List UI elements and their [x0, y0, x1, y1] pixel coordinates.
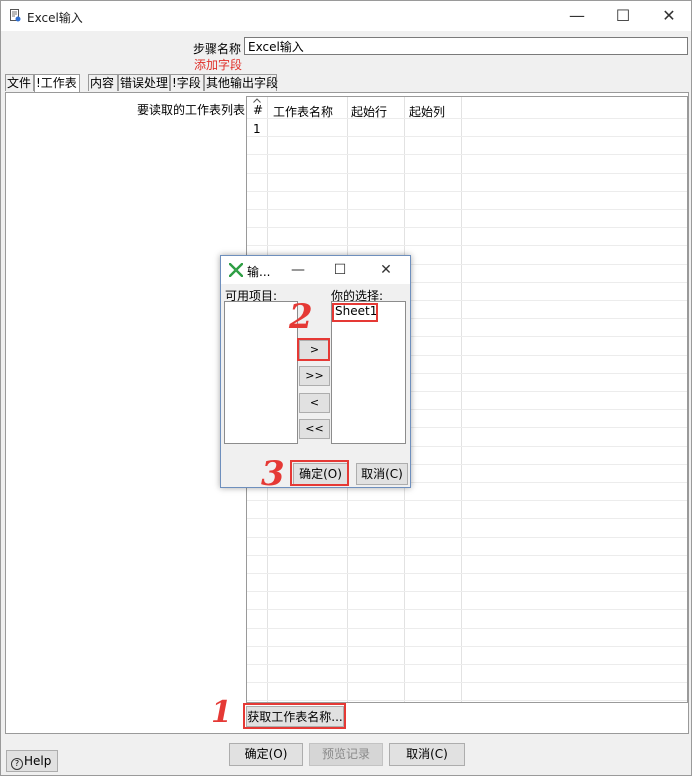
cancel-button[interactable]: 取消(C) — [389, 743, 465, 766]
tab-sheets[interactable]: !工作表 — [34, 74, 80, 93]
preview-button[interactable]: 预览记录 — [309, 743, 383, 766]
excel-input-window: Excel输入 — ☐ ✕ 步骤名称 Excel输入 添加字段 文件 !工作表 … — [0, 0, 692, 776]
table-row-line — [247, 628, 687, 629]
tab-other-output-fields[interactable]: 其他输出字段 — [204, 74, 278, 91]
table-row-line — [247, 518, 687, 519]
title-bar: Excel输入 — ☐ ✕ — [1, 1, 691, 31]
remove-selected-button[interactable]: < — [299, 393, 330, 413]
table-row-line — [247, 573, 687, 574]
step-name-input[interactable]: Excel输入 — [244, 37, 688, 55]
table-row-num: 1 — [253, 122, 261, 136]
dialog-ok-button[interactable]: 确定(O) — [293, 463, 348, 485]
remove-all-button[interactable]: << — [299, 419, 330, 439]
ok-button[interactable]: 确定(O) — [229, 743, 303, 766]
dialog-title: 输... — [247, 265, 271, 279]
add-selected-button[interactable]: > — [299, 340, 330, 360]
column-divider — [461, 97, 462, 702]
add-field-link[interactable]: 添加字段 — [194, 56, 242, 73]
column-header-num: # — [253, 103, 264, 117]
dialog-title-bar: 输... — ☐ ✕ — [221, 256, 410, 284]
tab-fields[interactable]: !字段 — [170, 74, 204, 91]
table-row-line — [247, 537, 687, 538]
table-row-line — [247, 227, 687, 228]
help-label: Help — [24, 754, 52, 768]
kettle-icon — [229, 263, 243, 277]
add-all-button[interactable]: >> — [299, 366, 330, 386]
table-row-line — [247, 609, 687, 610]
available-items-list[interactable] — [224, 301, 298, 444]
selected-items-list[interactable]: Sheet1 — [331, 301, 406, 444]
help-button[interactable]: ? Help — [6, 750, 58, 772]
table-row-line — [247, 118, 687, 119]
dialog-minimize-button[interactable]: — — [283, 256, 313, 284]
tab-error-handling[interactable]: 错误处理 — [118, 74, 170, 91]
table-row-line — [247, 154, 687, 155]
get-sheet-names-button[interactable]: 获取工作表名称... — [246, 706, 344, 727]
dialog-close-button[interactable]: ✕ — [371, 256, 401, 284]
table-row-line — [247, 646, 687, 647]
selection-dialog: 输... — ☐ ✕ 可用项目: 你的选择: Sheet1 > >> < << … — [220, 255, 411, 488]
table-row-line — [247, 136, 687, 137]
table-row-line — [247, 245, 687, 246]
table-row-line — [247, 555, 687, 556]
annotation-1: 1 — [211, 695, 232, 730]
table-row-line — [247, 664, 687, 665]
table-row-line — [247, 191, 687, 192]
table-row-line — [247, 500, 687, 501]
maximize-button[interactable]: ☐ — [600, 1, 646, 31]
dialog-maximize-button[interactable]: ☐ — [325, 256, 355, 284]
step-name-label: 步骤名称 — [193, 42, 242, 56]
table-row-line — [247, 209, 687, 210]
annotation-2: 2 — [289, 297, 313, 337]
minimize-button[interactable]: — — [554, 1, 600, 31]
table-row-line — [247, 173, 687, 174]
tab-content[interactable]: 内容 — [88, 74, 118, 91]
table-row-line — [247, 591, 687, 592]
sheets-list-label: 要读取的工作表列表 — [137, 103, 246, 117]
table-row-line — [247, 682, 687, 683]
list-item-sheet1[interactable]: Sheet1 — [335, 304, 377, 318]
close-button[interactable]: ✕ — [646, 1, 691, 31]
dialog-cancel-button[interactable]: 取消(C) — [356, 463, 408, 485]
help-icon: ? — [11, 758, 23, 770]
annotation-3: 3 — [261, 454, 285, 494]
tab-file[interactable]: 文件 — [5, 74, 34, 91]
excel-input-icon — [10, 9, 21, 22]
window-title: Excel输入 — [27, 11, 83, 25]
table-row-line — [247, 700, 687, 701]
